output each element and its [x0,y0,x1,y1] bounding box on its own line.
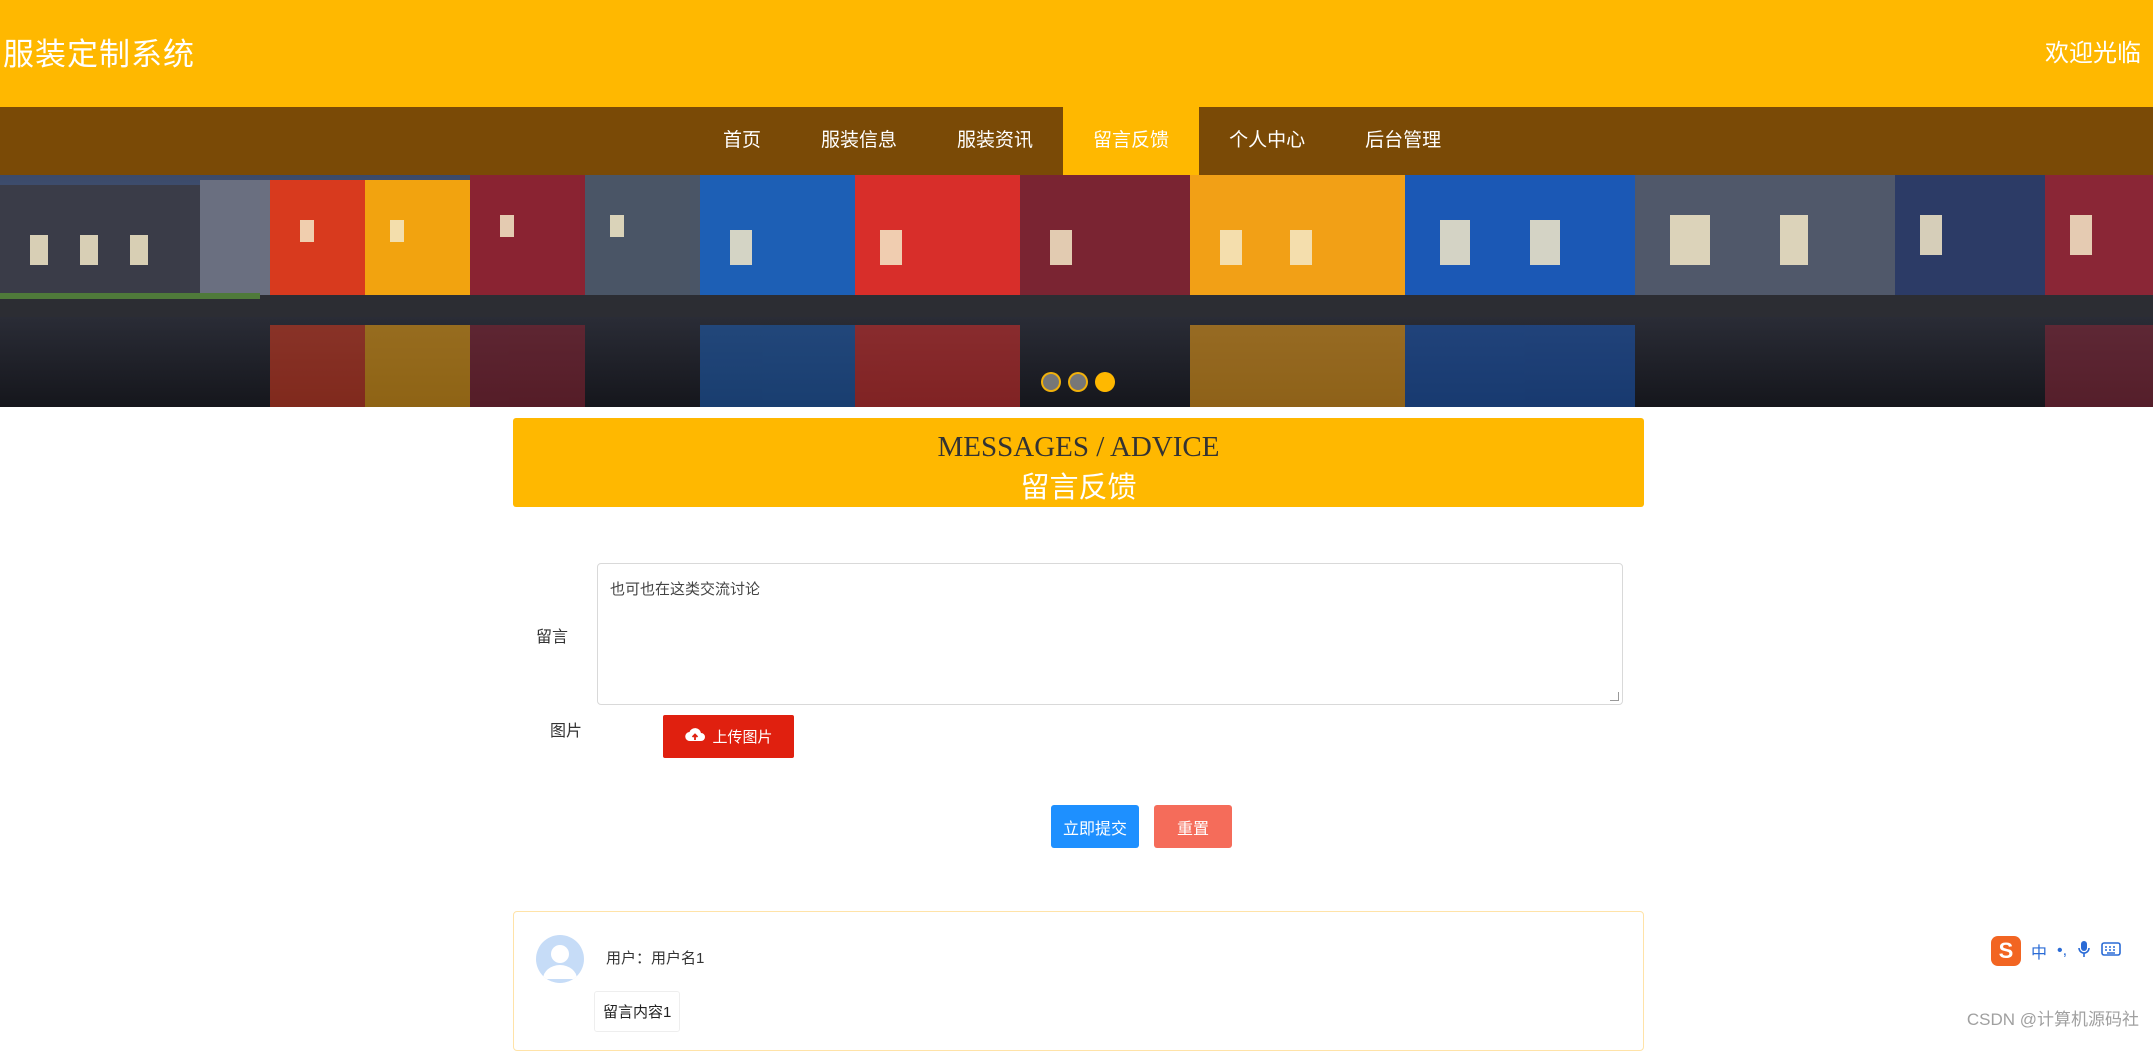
image-label: 图片 [550,723,583,740]
sogou-logo-icon[interactable]: S [1991,936,2021,966]
section-title-en: MESSAGES / ADVICE [937,431,1220,463]
reset-button[interactable]: 重置 [1154,805,1232,848]
ime-chinese-mode[interactable]: 中 [2031,939,2047,963]
nav-item-clothing-info[interactable]: 服装信息 [791,107,927,175]
section-title-banner: MESSAGES / ADVICE 留言反馈 [513,418,1644,507]
banner-carousel [0,175,2153,407]
nav-item-personal-center[interactable]: 个人中心 [1199,107,1335,175]
site-title: 服装定制系统 [3,37,195,72]
message-user: 用户：用户名1 [606,950,705,967]
watermark: CSDN @计算机源码社 [1966,1010,2139,1029]
nav-item-admin[interactable]: 后台管理 [1335,107,1471,175]
top-header: 服装定制系统 欢迎光临 [0,0,2153,107]
message-content: 留言内容1 [594,991,681,1032]
submit-button[interactable]: 立即提交 [1051,805,1139,848]
carousel-dot-3[interactable] [1095,372,1115,392]
message-textarea-value: 也可也在这类交流讨论 [610,581,761,598]
section-title-cn: 留言反馈 [1020,472,1137,504]
avatar [536,935,584,983]
carousel-dot-1[interactable] [1041,372,1061,392]
nav-list: 首页 服装信息 服装资讯 留言反馈 个人中心 后台管理 [693,107,1471,175]
welcome-text: 欢迎光临 [2045,40,2141,67]
nav-item-messages[interactable]: 留言反馈 [1063,107,1200,175]
message-card: 用户：用户名1 留言内容1 [513,911,1644,1051]
nav-item-home[interactable]: 首页 [693,107,791,175]
main-nav: 首页 服装信息 服装资讯 留言反馈 个人中心 后台管理 [0,107,2153,175]
ime-punctuation[interactable]: •, [2057,942,2067,960]
ime-toolbar: S 中 •, [1991,936,2121,966]
user-avatar-icon [543,945,577,979]
textarea-resize-handle[interactable] [1610,692,1619,701]
keyboard-icon[interactable] [2101,941,2121,962]
carousel-dots [1041,372,1115,392]
message-textarea[interactable]: 也可也在这类交流讨论 [597,563,1623,705]
carousel-dot-2[interactable] [1068,372,1088,392]
message-label: 留言 [536,629,569,646]
upload-image-button[interactable]: 上传图片 [663,715,794,758]
upload-button-label: 上传图片 [712,729,773,746]
cloud-upload-icon [684,727,706,747]
mic-icon[interactable] [2077,940,2091,963]
nav-item-clothing-news[interactable]: 服装资讯 [927,107,1063,175]
